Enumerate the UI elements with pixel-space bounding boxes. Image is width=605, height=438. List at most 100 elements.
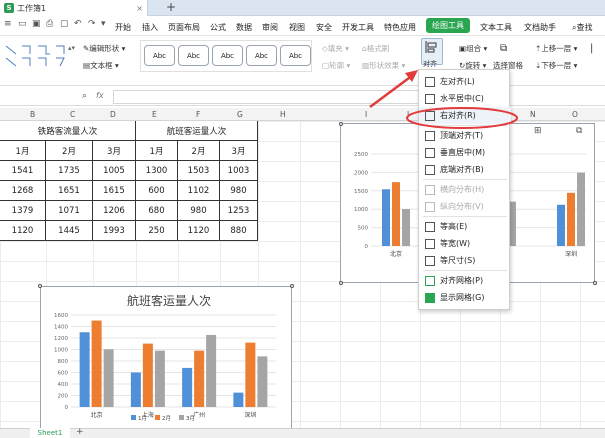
- table-cell[interactable]: 250: [136, 221, 178, 241]
- resize-handle[interactable]: [339, 122, 343, 126]
- table-cell[interactable]: 1120: [0, 221, 46, 241]
- dropdown-item[interactable]: 横向分布(H): [419, 181, 511, 198]
- table-cell[interactable]: 1253: [220, 201, 258, 221]
- column-D[interactable]: D: [110, 110, 116, 119]
- menu-security[interactable]: 安全: [316, 22, 332, 33]
- hamburger-menu-icon[interactable]: ≡: [4, 19, 12, 29]
- folder-icon[interactable]: ▭: [18, 19, 27, 29]
- column-I[interactable]: I: [365, 110, 367, 119]
- dropdown-item[interactable]: 顶端对齐(T): [419, 127, 511, 144]
- dropdown-item[interactable]: 等宽(W): [419, 235, 511, 252]
- shape-style-1[interactable]: Abc: [144, 45, 175, 66]
- menu-drawing-tools[interactable]: 绘图工具: [426, 18, 470, 33]
- chart-style-icon[interactable]: ⧉: [576, 126, 582, 136]
- shape-effect-button[interactable]: ▨形状效果 ▾: [362, 60, 405, 71]
- month-cell[interactable]: 2月: [178, 141, 220, 161]
- table-cell[interactable]: 1206: [93, 201, 136, 221]
- chart-elements-icon[interactable]: ⊞: [534, 126, 542, 136]
- resize-handle[interactable]: [38, 284, 42, 288]
- edit-shape-button[interactable]: ✎编辑形状 ▾: [83, 43, 125, 54]
- table-cell[interactable]: 1379: [0, 201, 46, 221]
- dropdown-item[interactable]: 右对齐(R): [419, 107, 511, 124]
- month-cell[interactable]: 1月: [0, 141, 46, 161]
- table-cell[interactable]: 1005: [93, 161, 136, 181]
- format-brush-button[interactable]: ⌂格式刷: [362, 43, 389, 54]
- gallery-scroll-icon[interactable]: ▴▾: [68, 44, 75, 52]
- dropdown-item[interactable]: 左对齐(L): [419, 73, 511, 90]
- fx-icon[interactable]: fx: [96, 91, 104, 100]
- table-cell[interactable]: 1735: [46, 161, 93, 181]
- table-cell[interactable]: 980: [220, 181, 258, 201]
- column-O[interactable]: O: [572, 110, 578, 119]
- dropdown-item[interactable]: 等高(E): [419, 218, 511, 235]
- dropdown-item[interactable]: 底端对齐(B): [419, 161, 511, 178]
- column-C[interactable]: C: [70, 110, 75, 119]
- new-tab-button[interactable]: +: [166, 0, 176, 14]
- table-cell[interactable]: 1541: [0, 161, 46, 181]
- more-icon[interactable]: ▾: [101, 19, 106, 29]
- table-cell[interactable]: 1615: [93, 181, 136, 201]
- dropdown-item[interactable]: 水平居中(C): [419, 90, 511, 107]
- table-cell[interactable]: 1503: [178, 161, 220, 181]
- add-sheet-button[interactable]: +: [76, 427, 84, 437]
- dropdown-item[interactable]: 对齐网格(P): [419, 272, 511, 289]
- menu-special[interactable]: 特色应用: [384, 22, 416, 33]
- shape-style-5[interactable]: Abc: [280, 45, 311, 66]
- menu-data[interactable]: 数据: [236, 22, 252, 33]
- fill-button[interactable]: ◇填充 ▾: [322, 43, 349, 54]
- outline-button[interactable]: □轮廓 ▾: [322, 60, 350, 71]
- sheet-tab[interactable]: Sheet1: [30, 428, 70, 438]
- close-icon[interactable]: ×: [136, 4, 143, 13]
- bring-forward-button[interactable]: ⇡上移一层 ▾: [535, 43, 577, 54]
- menu-page-layout[interactable]: 页面布局: [168, 22, 200, 33]
- more-ribbon-icon[interactable]: |: [590, 43, 593, 54]
- shape-style-4[interactable]: Abc: [246, 45, 277, 66]
- table-cell[interactable]: 1102: [178, 181, 220, 201]
- dropdown-item[interactable]: 垂直居中(M): [419, 144, 511, 161]
- selection-pane-icon[interactable]: ⧉: [500, 43, 507, 54]
- month-cell[interactable]: 3月: [93, 141, 136, 161]
- menu-review[interactable]: 审阅: [262, 22, 278, 33]
- chart-flight[interactable]: 航班客运量人次 0 200 400 600 800 1000 1200 1400 1600 北京上…: [40, 286, 292, 436]
- menu-doc-assistant[interactable]: 文档助手: [524, 22, 556, 33]
- month-cell[interactable]: 3月: [220, 141, 258, 161]
- shape-gallery[interactable]: [4, 42, 74, 68]
- table-cell[interactable]: 1120: [178, 221, 220, 241]
- group-button[interactable]: ▣组合 ▾: [459, 43, 487, 54]
- redo-icon[interactable]: ↷: [88, 19, 96, 29]
- header-flight[interactable]: 航班客运量人次: [136, 121, 258, 141]
- send-backward-button[interactable]: ⇣下移一层 ▾: [535, 60, 577, 71]
- table-cell[interactable]: 1300: [136, 161, 178, 181]
- document-tab[interactable]: S 工作簿1 ×: [0, 0, 148, 16]
- column-E[interactable]: E: [152, 110, 157, 119]
- table-cell[interactable]: 1268: [0, 181, 46, 201]
- dropdown-item[interactable]: 等尺寸(S): [419, 252, 511, 269]
- dropdown-item[interactable]: 显示网格(G): [419, 289, 511, 306]
- shape-style-3[interactable]: Abc: [212, 45, 243, 66]
- table-cell[interactable]: 1993: [93, 221, 136, 241]
- column-N[interactable]: N: [530, 110, 536, 119]
- column-J[interactable]: J: [407, 110, 409, 119]
- menu-home[interactable]: 开始: [115, 22, 131, 33]
- table-cell[interactable]: 880: [220, 221, 258, 241]
- shape-style-2[interactable]: Abc: [178, 45, 209, 66]
- print-icon[interactable]: ⎙: [46, 19, 53, 29]
- text-box-button[interactable]: ▤文本框 ▾: [83, 60, 119, 71]
- table-cell[interactable]: 980: [178, 201, 220, 221]
- menu-formulas[interactable]: 公式: [210, 22, 226, 33]
- table-cell[interactable]: 680: [136, 201, 178, 221]
- table-cell[interactable]: 1445: [46, 221, 93, 241]
- formula-input[interactable]: [113, 90, 443, 104]
- undo-icon[interactable]: ↶: [74, 19, 82, 29]
- table-cell[interactable]: 1651: [46, 181, 93, 201]
- column-G[interactable]: G: [237, 110, 243, 119]
- zoom-icon[interactable]: ⌕: [82, 91, 87, 101]
- column-F[interactable]: F: [196, 110, 200, 119]
- save-icon[interactable]: ▣: [32, 19, 41, 29]
- table-cell[interactable]: 1003: [220, 161, 258, 181]
- menu-text-tools[interactable]: 文本工具: [480, 22, 512, 33]
- dropdown-item[interactable]: 纵向分布(V): [419, 198, 511, 215]
- search-button[interactable]: ⌕查找: [572, 22, 592, 33]
- resize-handle[interactable]: [593, 281, 597, 285]
- table-cell[interactable]: 1071: [46, 201, 93, 221]
